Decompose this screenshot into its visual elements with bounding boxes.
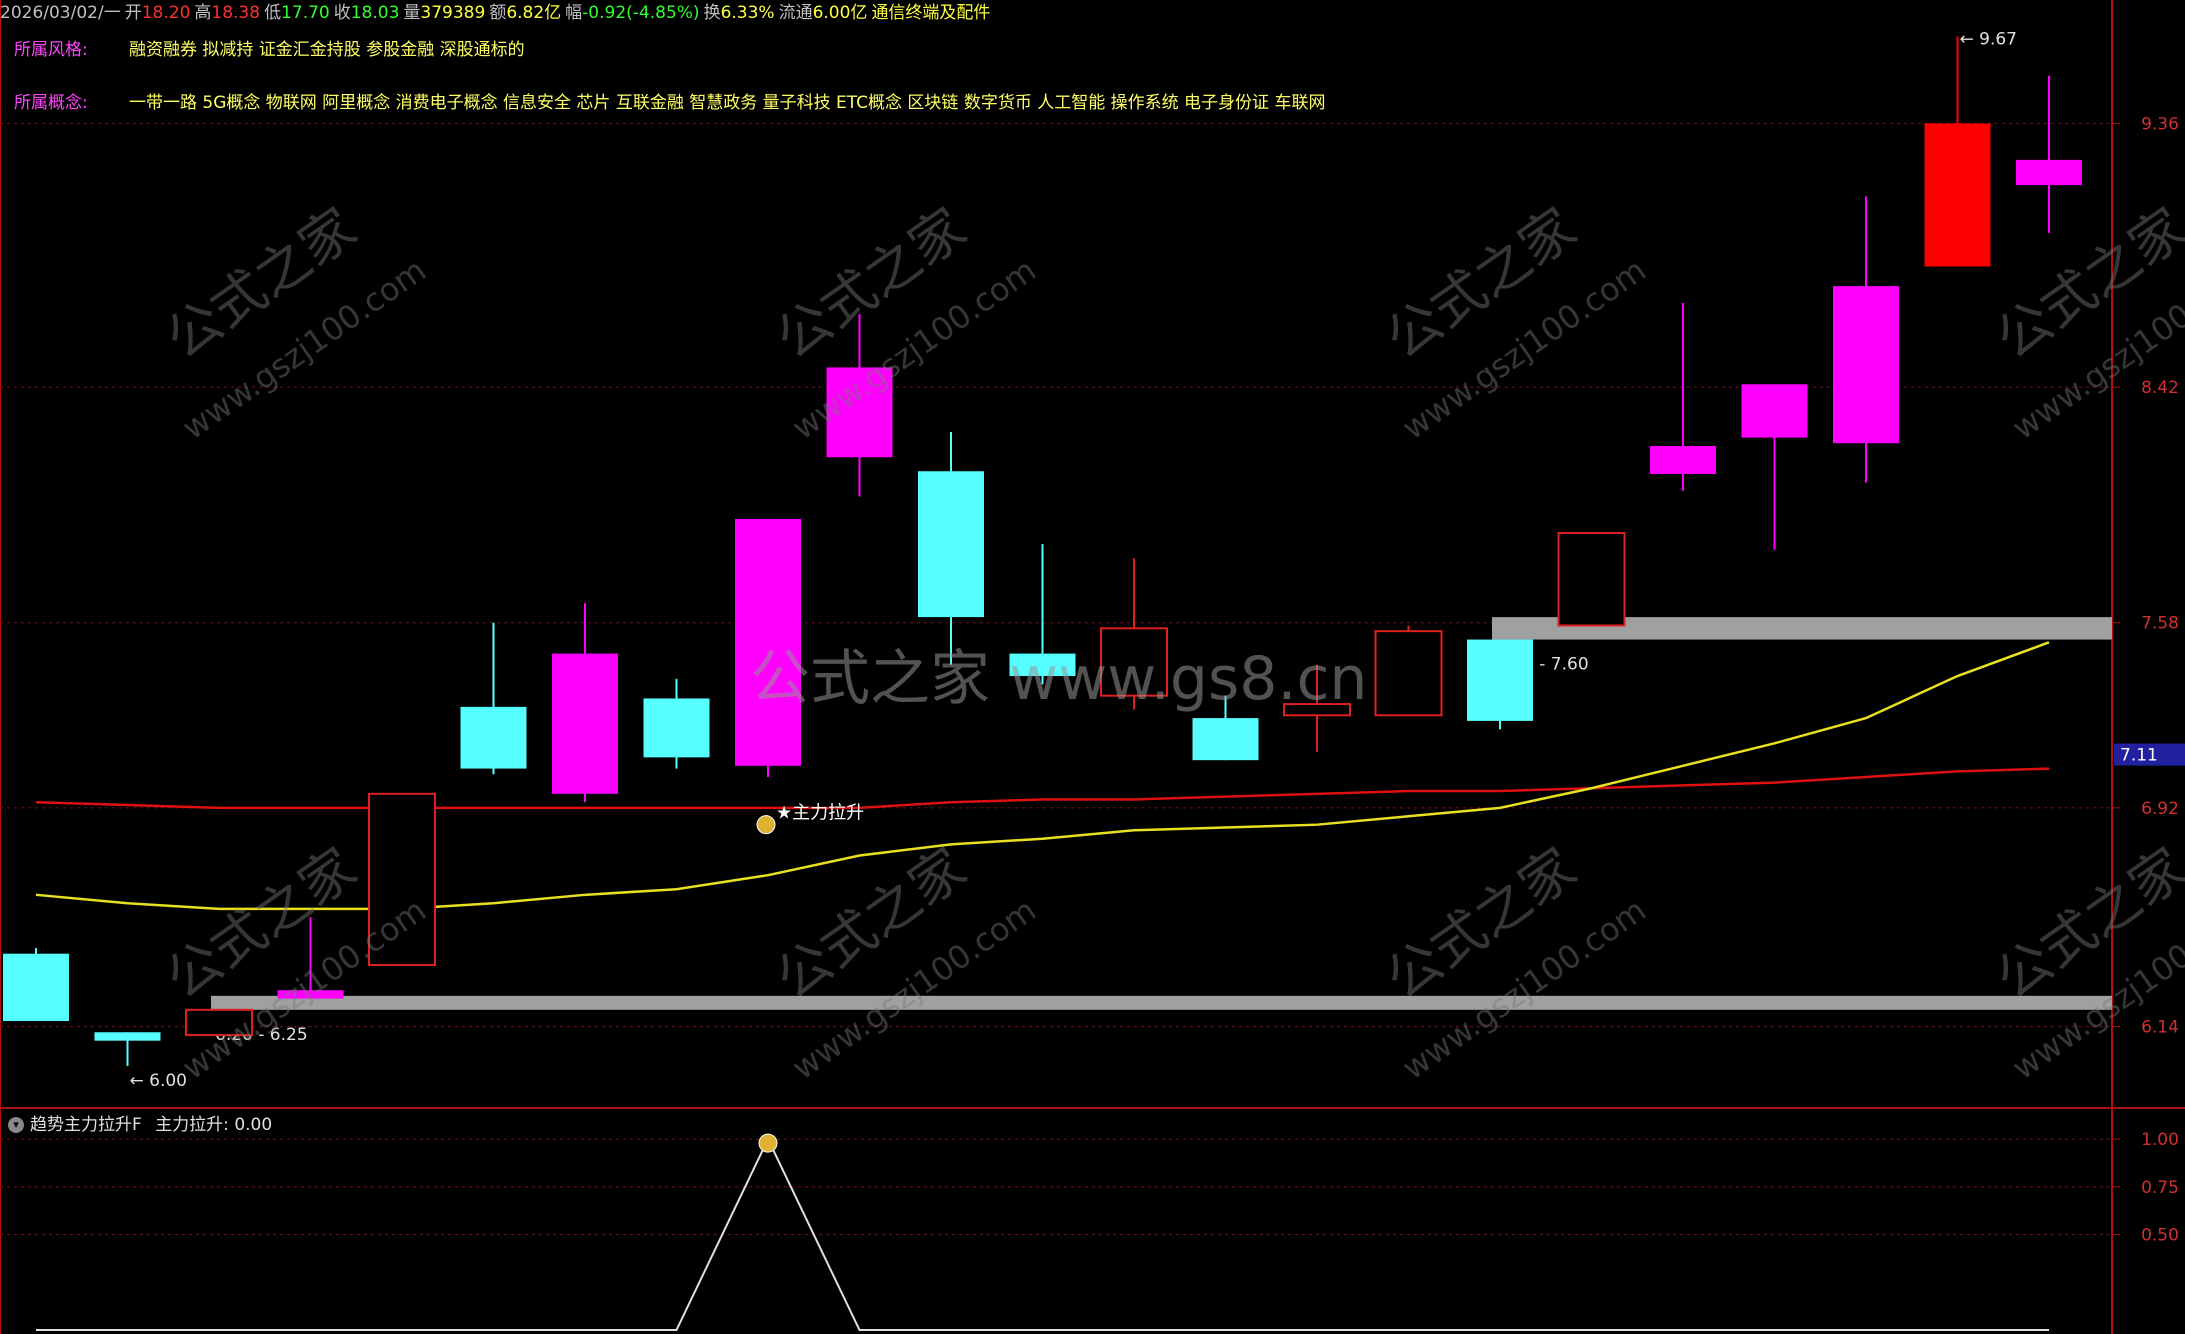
candle — [552, 603, 618, 803]
candle-body — [1467, 639, 1533, 721]
price-zone — [211, 995, 2112, 1010]
candle-body — [1557, 531, 1626, 627]
red-average-line — [35, 767, 2050, 810]
candle-body — [94, 1032, 161, 1041]
concept-label: 所属概念: — [14, 93, 88, 113]
candle — [1833, 196, 1899, 483]
stock-chart-window: 6.20 - 6.25 7.52 - 7.60 9.36 8.42 7.58 6.92 6… — [0, 0, 2185, 1334]
watermark-center: 公式之家 www.gs8.cn — [750, 644, 1368, 714]
candle-body — [2016, 159, 2082, 186]
concept-row: 所属概念: 一带一路 5G概念 物联网 阿里概念 消费电子概念 信息安全 芯片 互… — [14, 88, 1325, 113]
price-tick-label: 9.36 — [2141, 114, 2179, 134]
candle — [1467, 639, 1533, 730]
candle — [2016, 75, 2082, 233]
candle-body — [552, 653, 618, 794]
extreme-price-label: ← 9.67 — [1960, 29, 2018, 49]
price-tick-label: 7.58 — [2141, 614, 2179, 634]
low-value: 17.70 — [281, 3, 330, 23]
style-row: 所属风格: 融资融券 拟减持 证金汇金持股 参股金融 深股通标的 — [14, 35, 525, 60]
candle-body — [460, 706, 527, 769]
candle-body — [1833, 286, 1899, 444]
high-label: 高 — [194, 3, 212, 23]
current-price-label: 7.11 — [2120, 746, 2158, 766]
volume-label: 量 — [403, 3, 421, 23]
turnover-label: 换 — [703, 3, 721, 23]
float-value: 6.00亿 — [812, 3, 868, 23]
indicator-title-bar[interactable]: ▾ 趋势主力拉升F 主力拉升: 0.00 — [8, 1110, 272, 1135]
volume-value: 379389 — [420, 3, 486, 23]
candle-body — [1192, 718, 1259, 761]
chevron-down-icon[interactable]: ▾ — [8, 1117, 24, 1133]
low-label: 低 — [264, 3, 282, 23]
indicator-tick-label: 1.00 — [2141, 1130, 2179, 1150]
indicator-value: 主力拉升: 0.00 — [155, 1115, 273, 1135]
price-tick-label: 6.92 — [2141, 799, 2179, 819]
candle-body — [3, 953, 69, 1022]
money-bag-icon — [758, 1133, 778, 1153]
concept-value: 一带一路 5G概念 物联网 阿里概念 消费电子概念 信息安全 芯片 互联金融 智… — [129, 93, 1326, 113]
price-tick-label: 6.14 — [2141, 1018, 2179, 1038]
float-label: 流通 — [778, 3, 813, 23]
candle — [1741, 384, 1808, 550]
candle — [460, 622, 527, 775]
candle-body — [1374, 630, 1443, 717]
indicator-tick-label: 0.50 — [2141, 1226, 2179, 1246]
close-label: 收 — [333, 3, 351, 23]
quote-date: 2026/03/02/一 — [0, 3, 121, 23]
extreme-price-label: ← 6.00 — [130, 1071, 188, 1091]
indicator-tick-label: 0.75 — [2141, 1178, 2179, 1198]
amount-value: 6.82亿 — [506, 3, 562, 23]
money-bag-icon — [756, 815, 776, 835]
candle — [94, 1032, 161, 1066]
candle-body — [643, 698, 710, 758]
industry: 通信终端及配件 — [871, 3, 991, 23]
high-value: 18.38 — [211, 3, 261, 23]
signal-label: ★主力拉升 — [776, 803, 864, 824]
close-value: 18.03 — [350, 3, 400, 23]
candle-body — [1650, 446, 1716, 475]
open-value: 18.20 — [141, 3, 191, 23]
indicator-panel: 1.00 0.75 0.50 — [0, 1130, 2179, 1331]
change-label: 幅 — [565, 3, 583, 23]
open-label: 开 — [124, 3, 142, 23]
turnover-value: 6.33% — [720, 3, 775, 23]
candle-body — [1924, 123, 1991, 267]
amount-label: 额 — [489, 3, 507, 23]
style-value: 融资融券 拟减持 证金汇金持股 参股金融 深股通标的 — [129, 40, 525, 60]
change-value: -0.92(-4.85%) — [582, 3, 700, 23]
style-label: 所属风格: — [14, 40, 88, 60]
indicator-name: 趋势主力拉升F — [30, 1115, 142, 1135]
candle-body — [918, 471, 984, 618]
candle — [1374, 625, 1443, 717]
candle-body — [1741, 384, 1808, 438]
price-tick-label: 8.42 — [2141, 378, 2179, 398]
candle — [1924, 36, 1991, 267]
candle — [3, 948, 69, 1022]
candle — [1650, 302, 1716, 491]
candle — [1557, 531, 1626, 627]
candle — [643, 678, 710, 769]
quote-header: 2026/03/02/一 开18.20 高18.38 低17.70 收18.03 量379… — [0, 0, 994, 26]
